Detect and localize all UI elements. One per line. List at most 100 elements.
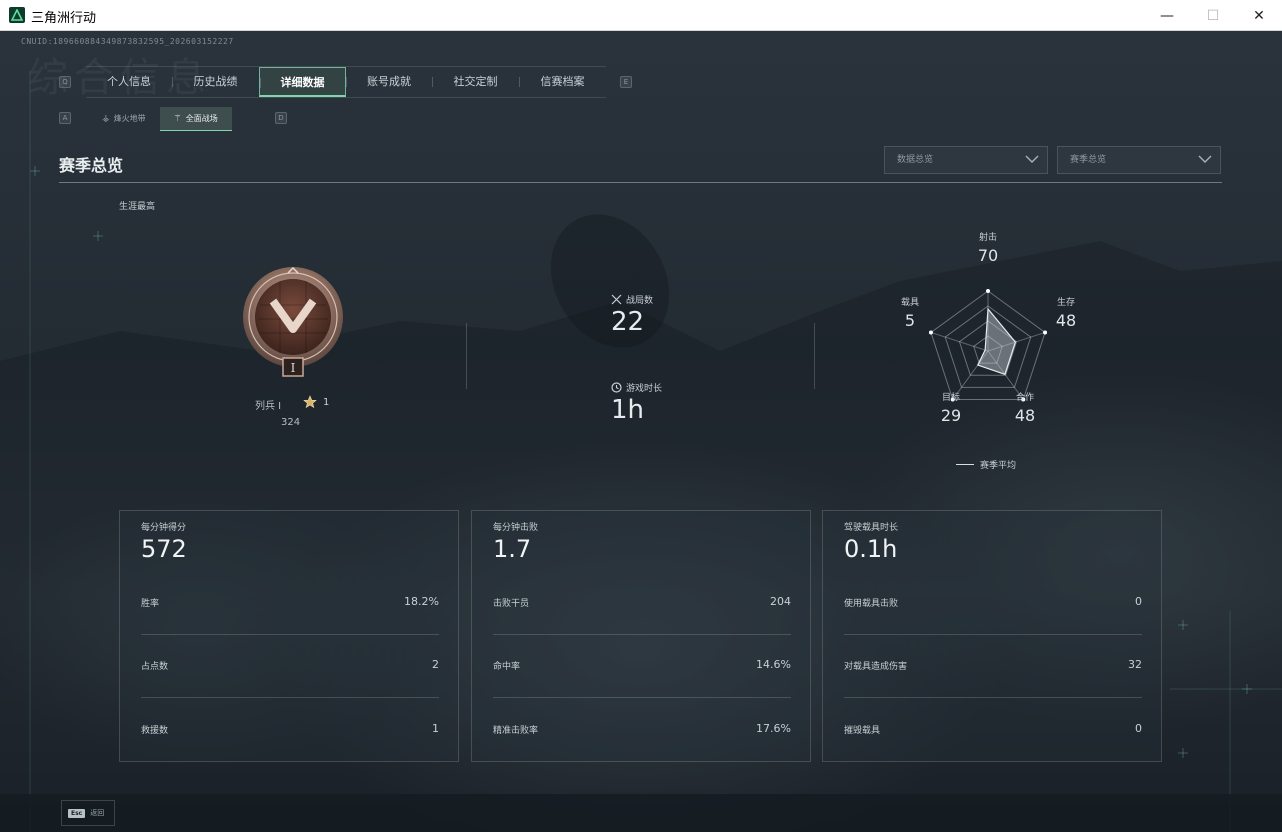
matches-label: 战局数 <box>611 293 653 306</box>
tab-achievements[interactable]: 账号成就 <box>346 67 432 97</box>
chevron-down-icon <box>1198 155 1212 163</box>
maximize-button[interactable]: ☐ <box>1190 0 1236 31</box>
tab-personal-info[interactable]: 个人信息 <box>86 67 172 97</box>
stat-row: 击败干员 204 <box>493 595 791 659</box>
subtab-battlefield[interactable]: ⚚ 全面战场 <box>159 107 232 131</box>
card-head-value: 0.1h <box>844 535 898 563</box>
window-title: 三角洲行动 <box>31 11 97 26</box>
card-head-value: 572 <box>141 535 187 563</box>
subtab-fire-zone-label: 烽火地带 <box>113 114 146 123</box>
row-divider <box>844 634 1142 635</box>
bottom-bar: Esc 返回 <box>0 794 1282 832</box>
window-titlebar: 三角洲行动 — ☐ ✕ <box>0 0 1282 31</box>
section-divider <box>59 182 1222 183</box>
stat-label: 使用载具击败 <box>844 599 899 609</box>
stat-row: 使用载具击败 0 <box>844 595 1142 659</box>
stat-label: 精准击败率 <box>493 726 539 736</box>
card-head-label: 每分钟得分 <box>141 523 187 533</box>
stat-row: 命中率 14.6% <box>493 658 791 722</box>
row-divider <box>493 697 791 698</box>
stat-row: 胜率 18.2% <box>141 595 439 659</box>
playtime-label-text: 游戏时长 <box>626 384 663 394</box>
row-divider <box>844 697 1142 698</box>
tab-credit-profile[interactable]: 信赛档案 <box>519 67 606 97</box>
battlefield-icon: ⚚ <box>173 113 182 124</box>
game-canvas: CNUID:1896608843498738325­95_20260315222… <box>0 31 1282 832</box>
next-tab-key-hint[interactable]: E <box>620 76 632 88</box>
star-icon <box>303 395 317 409</box>
stat-value: 17.6% <box>756 722 791 735</box>
subtab-battlefield-label: 全面战场 <box>185 113 218 123</box>
career-best-label: 生涯最高 <box>119 202 156 212</box>
stat-label: 救援数 <box>141 726 169 736</box>
card-head-value: 1.7 <box>493 535 532 563</box>
vehicle-stats-card: 驾驶载具时长 0.1h 使用载具击败 0 对载具造成伤害 32 摧毁载具 0 <box>822 510 1162 762</box>
back-button[interactable]: Esc 返回 <box>61 800 115 826</box>
radar-vertex-dot <box>928 330 933 335</box>
stat-value: 204 <box>770 595 791 608</box>
tab-match-history[interactable]: 历史战绩 <box>172 67 259 97</box>
card-head-label: 驾驶载具时长 <box>844 523 899 533</box>
next-subtab-key-hint[interactable]: D <box>275 112 287 124</box>
radar-vertex-dot <box>1043 330 1048 335</box>
radar-label-cooperation: 合作 <box>1015 393 1034 403</box>
radar-value-vehicle: 5 <box>904 311 916 330</box>
score-stats-card: 每分钟得分 572 胜率 18.2% 占点数 2 救援数 1 <box>119 510 459 762</box>
stat-row: 救援数 1 <box>141 722 439 786</box>
back-label: 返回 <box>90 809 105 817</box>
column-divider <box>814 323 815 389</box>
stat-label: 对载具造成伤害 <box>844 662 908 672</box>
stat-label: 胜率 <box>141 599 160 609</box>
radar-vertex-dot <box>986 289 990 293</box>
stat-row: 占点数 2 <box>141 658 439 722</box>
radar-label-shooting: 射击 <box>978 233 997 243</box>
radar-legend: 赛季平均 <box>956 458 1016 471</box>
fire-zone-icon: ⚶ <box>102 114 110 124</box>
app-logo-icon <box>9 7 25 23</box>
row-divider <box>493 634 791 635</box>
column-divider <box>466 323 467 389</box>
radar-label-vehicle: 载具 <box>900 298 919 308</box>
main-tab-bar: 个人信息 历史战绩 详细数据 账号成就 社交定制 信赛档案 <box>86 66 606 98</box>
rank-points: 324 <box>281 417 301 428</box>
radar-value-cooperation: 48 <box>1014 406 1036 425</box>
tab-detailed-data[interactable]: 详细数据 <box>259 67 346 97</box>
close-button[interactable]: ✕ <box>1236 0 1282 31</box>
stat-label: 命中率 <box>493 662 521 672</box>
tab-social-custom[interactable]: 社交定制 <box>432 67 519 97</box>
legend-label: 赛季平均 <box>980 461 1017 471</box>
sub-tab-bar: ⚶ 烽火地带 ⚚ 全面战场 <box>88 107 232 131</box>
matches-value: 22 <box>611 307 645 337</box>
crossed-swords-icon <box>611 294 622 305</box>
stat-value: 0 <box>1135 722 1142 735</box>
prev-subtab-key-hint[interactable]: A <box>59 112 71 124</box>
radar-data-area <box>976 307 1017 376</box>
data-overview-dropdown[interactable]: 数据总览 <box>884 146 1048 174</box>
stat-row: 精准击败率 17.6% <box>493 722 791 786</box>
row-divider <box>141 634 439 635</box>
radar-label-survival: 生存 <box>1056 298 1075 308</box>
minimize-button[interactable]: — <box>1144 0 1190 31</box>
clock-icon <box>611 382 622 393</box>
stat-row: 摧毁载具 0 <box>844 722 1142 786</box>
season-overview-dropdown[interactable]: 赛季总览 <box>1057 146 1221 174</box>
radar-label-objective: 目标 <box>941 393 960 403</box>
subtab-fire-zone[interactable]: ⚶ 烽火地带 <box>88 107 160 131</box>
rank-star-count: 1 <box>323 397 330 408</box>
prev-tab-key-hint[interactable]: Q <box>59 76 71 88</box>
radar-value-objective: 29 <box>940 406 962 425</box>
stat-row: 对载具造成伤害 32 <box>844 658 1142 722</box>
row-divider <box>141 697 439 698</box>
card-head-label: 每分钟击败 <box>493 523 539 533</box>
kill-stats-card: 每分钟击败 1.7 击败干员 204 命中率 14.6% 精准击败率 17.6% <box>471 510 811 762</box>
legend-line-icon <box>956 464 974 465</box>
rank-badge-icon: I <box>243 267 343 377</box>
rank-numeral: I <box>291 361 296 375</box>
stat-label: 占点数 <box>141 662 169 672</box>
matches-label-text: 战局数 <box>626 296 654 306</box>
stat-value: 32 <box>1128 658 1142 671</box>
stat-value: 18.2% <box>404 595 439 608</box>
stat-value: 0 <box>1135 595 1142 608</box>
radar-value-survival: 48 <box>1055 311 1077 330</box>
rank-name: 列兵 I <box>255 401 282 412</box>
